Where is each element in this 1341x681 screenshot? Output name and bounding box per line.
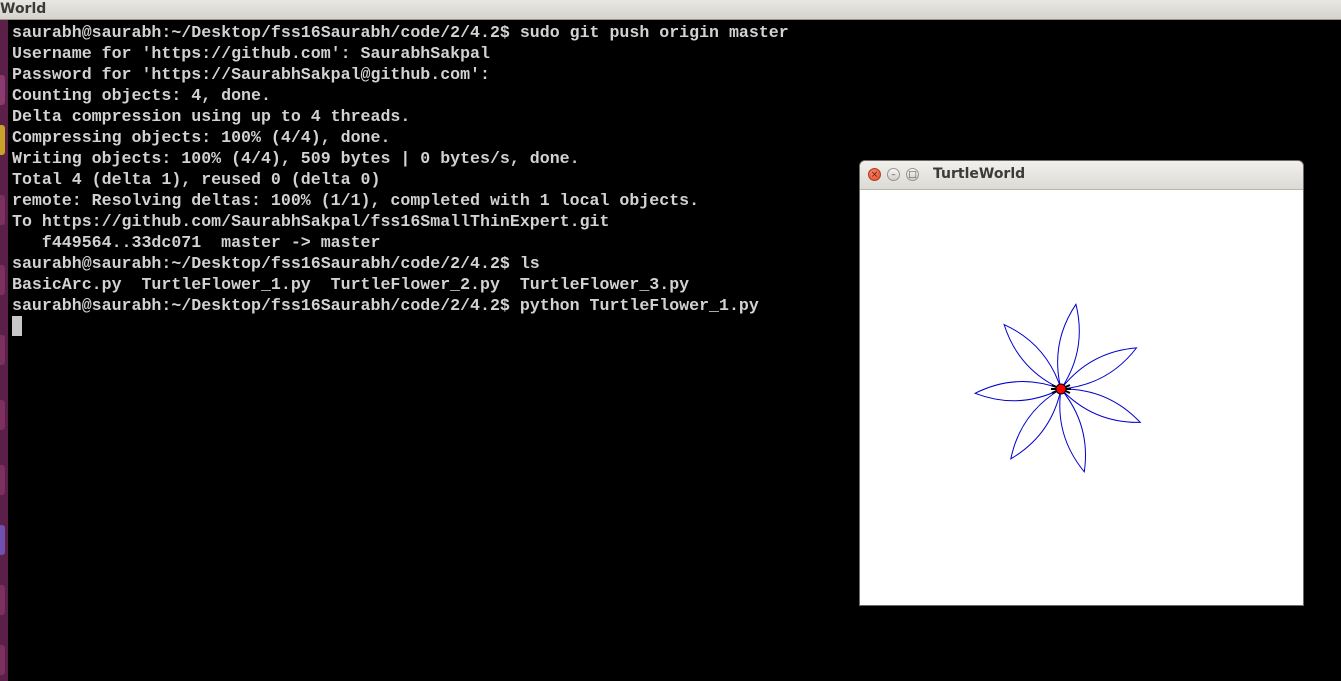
launcher-item-icon[interactable]: [0, 645, 5, 675]
launcher-item-icon[interactable]: [0, 585, 5, 615]
turtleworld-titlebar[interactable]: × – □ TurtleWorld: [860, 161, 1303, 190]
terminal-line: saurabh@saurabh:~/Desktop/fss16Saurabh/c…: [12, 23, 789, 42]
terminal-line: Writing objects: 100% (4/4), 509 bytes |…: [12, 149, 580, 168]
launcher-item-icon[interactable]: [0, 125, 5, 155]
terminal-line: Total 4 (delta 1), reused 0 (delta 0): [12, 170, 381, 189]
turtleworld-window[interactable]: × – □ TurtleWorld: [860, 161, 1303, 605]
top-panel: World: [0, 0, 1341, 20]
launcher-item-icon[interactable]: [0, 525, 5, 555]
launcher-item-icon[interactable]: [0, 335, 5, 365]
terminal-line: saurabh@saurabh:~/Desktop/fss16Saurabh/c…: [12, 254, 540, 273]
window-title: World: [0, 1, 47, 17]
launcher-item-icon[interactable]: [0, 75, 5, 105]
launcher-item-icon[interactable]: [0, 400, 5, 430]
flower-drawing: [973, 303, 1142, 473]
flower-petal: [1057, 303, 1080, 390]
terminal-line: Username for 'https://github.com': Saura…: [12, 44, 490, 63]
terminal-window[interactable]: saurabh@saurabh:~/Desktop/fss16Saurabh/c…: [10, 22, 860, 681]
flower-petal: [1059, 388, 1086, 473]
terminal-line: saurabh@saurabh:~/Desktop/fss16Saurabh/c…: [12, 296, 759, 315]
terminal-line: remote: Resolving deltas: 100% (1/1), co…: [12, 191, 700, 210]
flower-petal: [1010, 388, 1062, 460]
close-button[interactable]: ×: [868, 168, 881, 181]
desktop-screen: World saurabh@saurabh:~/Desktop/fss16Sau…: [0, 0, 1341, 681]
launcher-item-icon[interactable]: [0, 265, 5, 295]
turtle-canvas[interactable]: [860, 190, 1303, 605]
terminal-line: Compressing objects: 100% (4/4), done.: [12, 128, 391, 147]
maximize-button[interactable]: □: [906, 168, 919, 181]
terminal-line: Counting objects: 4, done.: [12, 86, 271, 105]
terminal-line: BasicArc.py TurtleFlower_1.py TurtleFlow…: [12, 275, 690, 294]
launcher-item-icon[interactable]: [0, 195, 5, 225]
terminal-cursor[interactable]: [12, 316, 22, 336]
terminal-line: Password for 'https://SaurabhSakpal@gith…: [12, 65, 490, 84]
turtleworld-title: TurtleWorld: [933, 166, 1026, 182]
flower-petal: [1003, 323, 1062, 390]
launcher-item-icon[interactable]: [0, 465, 5, 495]
terminal-line: Delta compression using up to 4 threads.: [12, 107, 411, 126]
turtle-icon: [1051, 383, 1071, 395]
terminal-line: To https://github.com/SaurabhSakpal/fss1…: [12, 212, 610, 231]
launcher-strip[interactable]: [0, 20, 8, 681]
terminal-line: f449564..33dc071 master -> master: [12, 233, 381, 252]
minimize-button[interactable]: –: [887, 168, 900, 181]
